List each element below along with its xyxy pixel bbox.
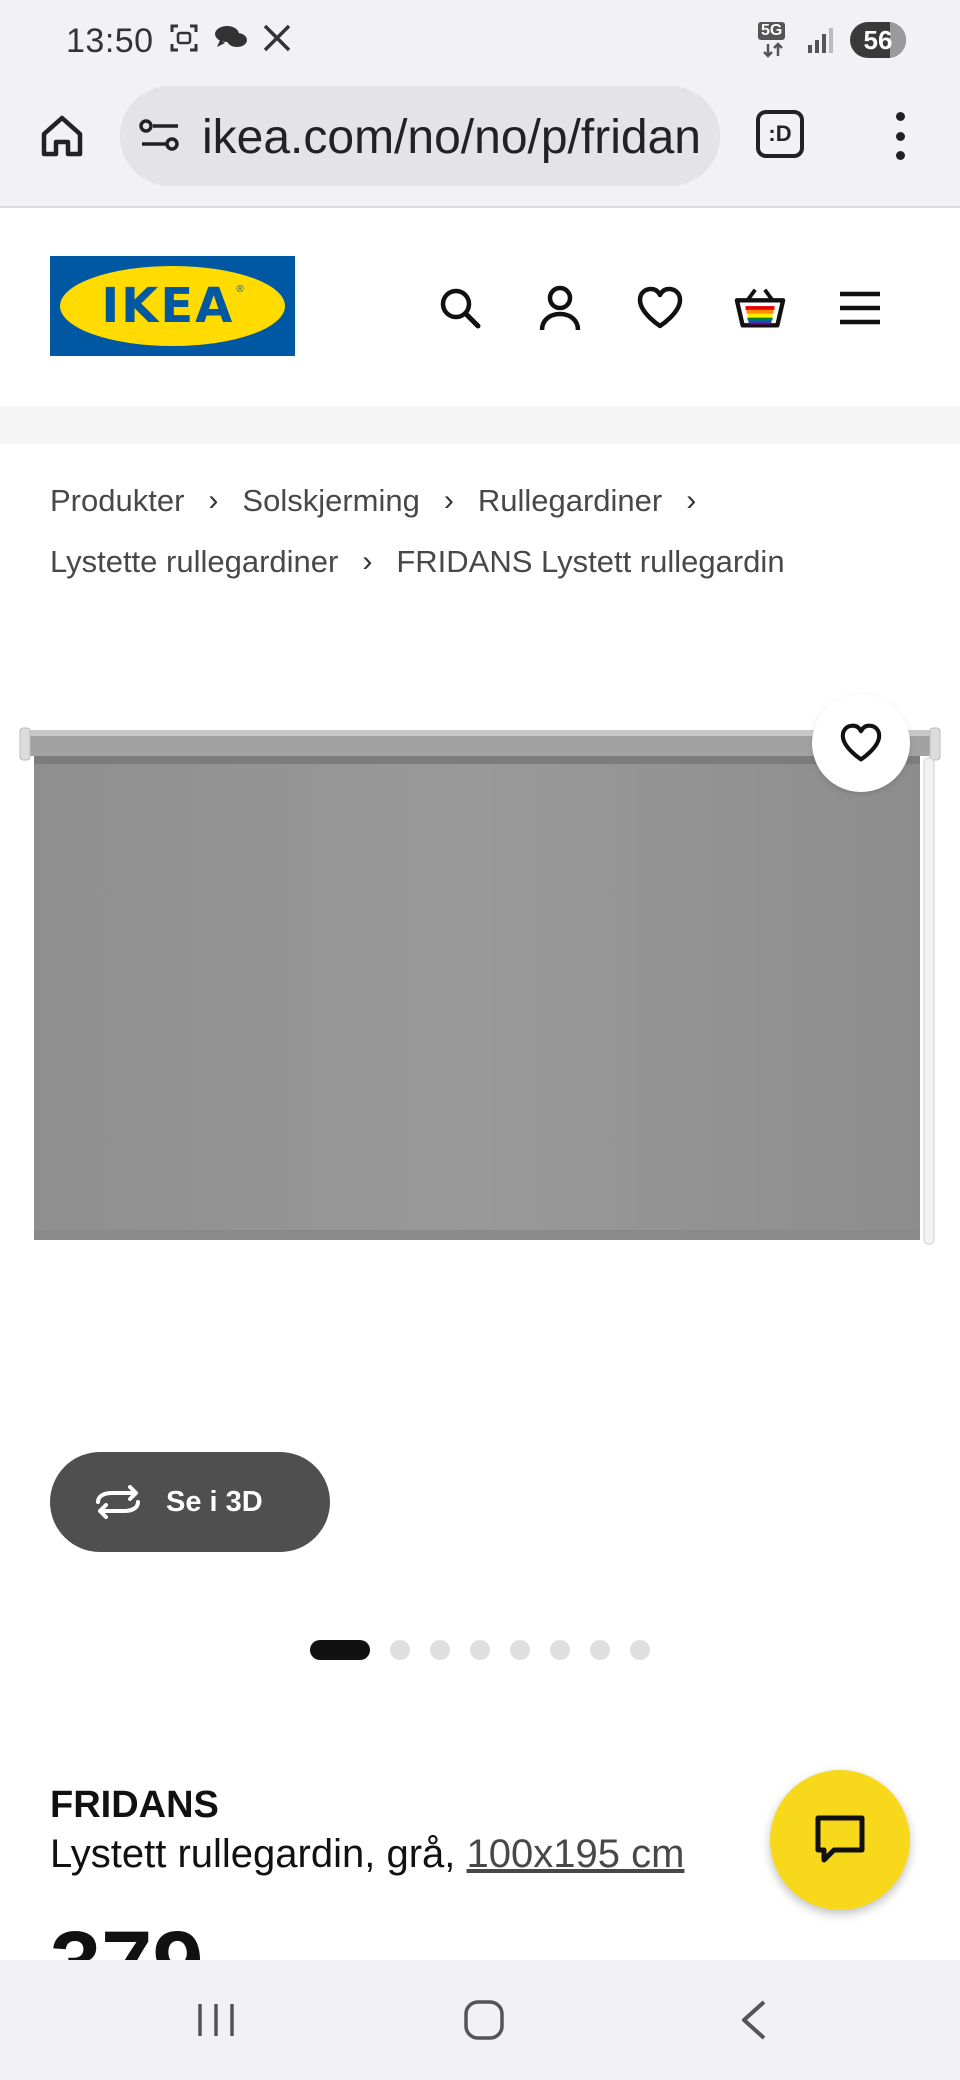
menu-dot [895, 112, 905, 121]
view-in-3d-button[interactable]: Se i 3D [50, 1452, 330, 1552]
network-type-icon: 5G [758, 22, 792, 58]
cart-icon [734, 288, 786, 328]
breadcrumb-link-lystette[interactable]: Lystette rullegardiner [50, 531, 338, 592]
home-nav-button[interactable] [454, 1990, 514, 2050]
product-size-link[interactable]: 100x195 cm [467, 1832, 685, 1876]
image-carousel-dots [310, 1640, 650, 1660]
status-notification-icons [168, 22, 292, 54]
add-to-favorites-button[interactable] [812, 694, 910, 792]
recent-apps-icon [198, 2004, 234, 2036]
browser-menu-button[interactable] [880, 106, 920, 166]
carousel-dot[interactable] [470, 1640, 490, 1660]
tab-switcher-button[interactable]: :D [756, 110, 804, 158]
cart-button[interactable] [734, 282, 786, 334]
chevron-right-icon: › [362, 545, 373, 578]
url-text[interactable]: ikea.com/no/no/p/fridans-lystett-rullega… [202, 110, 702, 165]
account-icon [539, 285, 581, 331]
chat-button[interactable] [770, 1770, 910, 1910]
carousel-dot[interactable] [510, 1640, 530, 1660]
search-button[interactable] [434, 282, 486, 334]
logo-wordmark: IKEA [101, 278, 235, 334]
heart-icon [840, 723, 882, 762]
roller-blind-image [19, 727, 941, 1245]
rotate-3d-icon [96, 1485, 140, 1519]
account-button[interactable] [534, 282, 586, 334]
battery-level: 56 [863, 24, 893, 55]
status-system-icons: 5G 56 [758, 22, 906, 58]
product-image[interactable] [0, 720, 960, 1540]
carousel-dot[interactable] [390, 1640, 410, 1660]
search-icon [440, 288, 481, 329]
chat-bubbles-icon [215, 26, 247, 47]
heart-icon [637, 286, 683, 329]
breadcrumb-link-rullegardiner[interactable]: Rullegardiner [478, 470, 662, 531]
menu-dot [895, 131, 905, 141]
screenshot-icon [170, 24, 198, 52]
status-time: 13:50 [66, 22, 154, 60]
battery-indicator: 56 [850, 22, 906, 58]
breadcrumb-link-produkter[interactable]: Produkter [50, 470, 184, 531]
back-icon [742, 2000, 766, 2040]
site-header: IKEA ® [0, 208, 960, 406]
network-type-label: 5G [758, 22, 786, 40]
hamburger-menu-icon [840, 291, 880, 325]
android-navigation-bar [0, 1960, 960, 2080]
url-bar[interactable]: ikea.com/no/no/p/fridans-lystett-rullega… [120, 86, 720, 186]
ikea-logo[interactable]: IKEA ® [50, 256, 295, 356]
status-bar: 13:50 5G 56 [0, 0, 960, 82]
logo-oval: IKEA ® [60, 266, 285, 346]
product-price: 379,- [50, 1918, 260, 1960]
chevron-right-icon: › [443, 484, 454, 517]
breadcrumb: Produkter › Solskjerming › Rullegardiner… [50, 470, 920, 592]
product-description: Lystett rullegardin, grå, 100x195 cm [50, 1832, 684, 1877]
chevron-right-icon: › [208, 484, 219, 517]
chat-icon [815, 1815, 865, 1863]
product-name: FRIDANS [50, 1784, 219, 1826]
back-button[interactable] [724, 1990, 784, 2050]
browser-toolbar: ikea.com/no/no/p/fridans-lystett-rullega… [0, 82, 960, 208]
breadcrumb-link-solskjerming[interactable]: Solskjerming [242, 470, 419, 531]
carousel-dot[interactable] [550, 1640, 570, 1660]
x-logo-icon [263, 24, 291, 52]
carousel-dot-active[interactable] [310, 1640, 370, 1660]
carousel-dot[interactable] [430, 1640, 450, 1660]
home-nav-icon [464, 2000, 504, 2040]
site-settings-icon[interactable] [138, 116, 182, 156]
menu-dot [895, 151, 905, 160]
favorites-button[interactable] [634, 282, 686, 334]
main-menu-button[interactable] [834, 282, 886, 334]
browser-home-button[interactable] [34, 108, 90, 164]
signal-icon [808, 28, 833, 53]
view-in-3d-label: Se i 3D [166, 1485, 263, 1518]
breadcrumb-current[interactable]: FRIDANS Lystett rullegardin [396, 531, 784, 592]
carousel-dot[interactable] [590, 1640, 610, 1660]
recent-apps-button[interactable] [186, 1990, 246, 2050]
breadcrumb-row: Lystette rullegardiner › FRIDANS Lystett… [50, 531, 920, 592]
chevron-right-icon: › [686, 484, 697, 517]
logo-registered-mark: ® [236, 284, 244, 295]
header-divider-band [0, 406, 960, 444]
breadcrumb-row: Produkter › Solskjerming › Rullegardiner… [50, 470, 920, 531]
carousel-dot[interactable] [630, 1640, 650, 1660]
home-icon [41, 115, 83, 157]
product-description-text: Lystett rullegardin, grå, [50, 1832, 467, 1876]
